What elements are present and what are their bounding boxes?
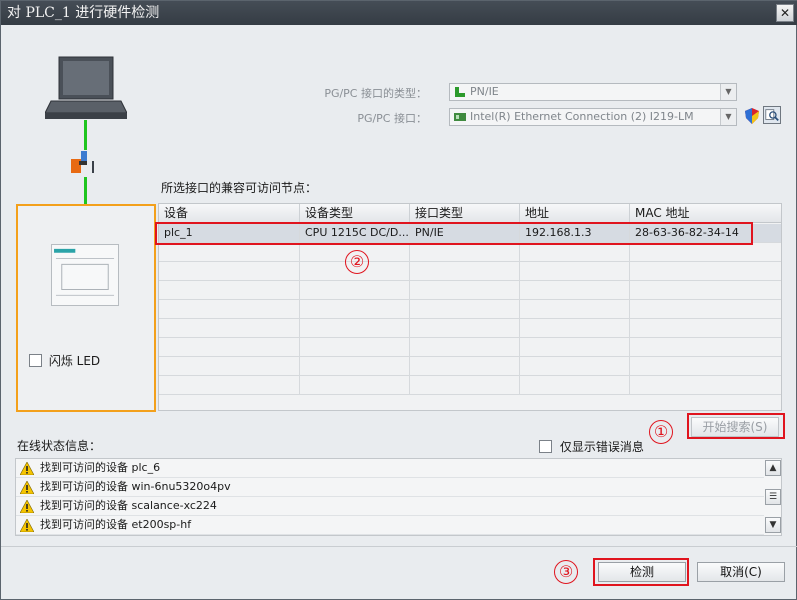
column-header-device-type[interactable]: 设备类型 [300, 204, 410, 223]
table-row-empty [159, 357, 781, 376]
errors-only-option[interactable]: 仅显示错误消息 [539, 438, 644, 455]
list-item: 找到可访问的设备 plc_6 [16, 459, 764, 478]
cancel-button[interactable]: 取消(C) [697, 562, 785, 582]
status-message: 找到可访问的设备 plc_6 [40, 461, 161, 474]
shield-icon[interactable] [745, 108, 759, 124]
scroll-menu-button[interactable]: ☰ [765, 489, 781, 505]
warning-icon [20, 519, 34, 532]
chevron-down-icon[interactable]: ▼ [720, 84, 736, 100]
pg-pc-icon [45, 56, 127, 119]
list-item: 找到可访问的设备 et200sp-hf [16, 516, 764, 535]
table-row-empty [159, 281, 781, 300]
plc-device-icon [51, 244, 119, 306]
list-item: 找到可访问的设备 win-6nu5320o4pv [16, 478, 764, 497]
close-button[interactable]: ✕ [776, 4, 794, 22]
status-message: 找到可访问的设备 et200sp-hf [40, 518, 192, 531]
online-status-title: 在线状态信息： [17, 439, 102, 453]
errors-only-checkbox[interactable] [539, 440, 552, 453]
highlight-detect [593, 558, 689, 586]
compatible-nodes-title: 所选接口的兼容可访问节点： [161, 181, 318, 195]
network-link-top [84, 120, 87, 150]
highlight-start-search [687, 413, 785, 439]
title-bar: 对 PLC_1 进行硬件检测 ✕ [1, 1, 797, 25]
flash-led-label: 闪烁 LED [48, 354, 101, 368]
column-header-mac-address[interactable]: MAC 地址 [630, 204, 781, 223]
table-row-empty [159, 376, 781, 395]
annotation-three: ③ [554, 560, 578, 584]
status-message: 找到可访问的设备 win-6nu5320o4pv [40, 480, 231, 493]
scroll-up-button[interactable]: ▲ [765, 460, 781, 476]
chevron-down-icon[interactable]: ▼ [720, 109, 736, 125]
table-row-empty [159, 338, 781, 357]
list-item: 找到可访问的设备 scalance-xc224 [16, 497, 764, 516]
pgpc-type-select[interactable]: PN/IE ▼ [449, 83, 737, 101]
pgpc-interface-label: PG/PC 接口： [357, 112, 427, 125]
pgpc-type-label: PG/PC 接口的类型： [324, 87, 427, 100]
table-row-empty [159, 319, 781, 338]
network-card-icon [454, 113, 466, 121]
status-message: 找到可访问的设备 scalance-xc224 [40, 499, 217, 512]
annotation-two: ② [345, 250, 369, 274]
properties-search-icon[interactable] [763, 106, 781, 124]
warning-icon [20, 500, 34, 513]
status-log: 找到可访问的设备 plc_6 找到可访问的设备 win-6nu5320o4pv … [15, 458, 782, 536]
column-header-device[interactable]: 设备 [159, 204, 300, 223]
highlight-found-device [155, 222, 753, 245]
window-title: 对 PLC_1 进行硬件检测 [7, 5, 160, 21]
table-row-empty [159, 262, 781, 281]
pn-ie-icon [455, 87, 465, 97]
network-adapter-icon [71, 151, 94, 173]
pgpc-type-value: PN/IE [470, 85, 499, 98]
scroll-down-button[interactable]: ▼ [765, 517, 781, 533]
pgpc-interface-value: Intel(R) Ethernet Connection (2) I219-LM [470, 110, 694, 123]
table-row-empty [159, 300, 781, 319]
table-row-empty [159, 243, 781, 262]
flash-led-checkbox[interactable] [29, 354, 42, 367]
column-header-interface-type[interactable]: 接口类型 [410, 204, 520, 223]
pgpc-interface-select[interactable]: Intel(R) Ethernet Connection (2) I219-LM… [449, 108, 737, 126]
errors-only-label: 仅显示错误消息 [559, 440, 644, 454]
detect-hardware-dialog: 对 PLC_1 进行硬件检测 ✕ 闪烁 LED PG/PC 接口的类型： PN/… [0, 0, 797, 600]
column-header-address[interactable]: 地址 [520, 204, 630, 223]
flash-led-option[interactable]: 闪烁 LED [29, 352, 100, 369]
footer-divider [1, 546, 797, 547]
warning-icon [20, 462, 34, 475]
warning-icon [20, 481, 34, 494]
table-header: 设备 设备类型 接口类型 地址 MAC 地址 [159, 204, 781, 223]
annotation-one: ① [649, 420, 673, 444]
plc-panel [16, 204, 156, 412]
